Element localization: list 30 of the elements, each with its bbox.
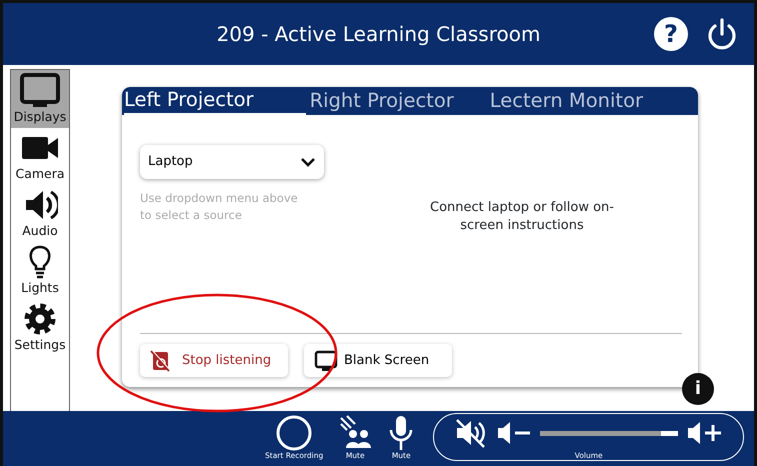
volume-down-icon: [496, 419, 532, 447]
help-button[interactable]: ?: [654, 17, 688, 51]
settings-icon: [22, 301, 58, 337]
sidebar-item[interactable]: Audio: [11, 185, 69, 242]
source-dropdown[interactable]: Laptop: [140, 145, 324, 179]
tab[interactable]: Lectern Monitor: [490, 87, 644, 115]
volume-up-button[interactable]: [686, 419, 724, 447]
speaker-muted-icon: [454, 418, 488, 448]
tab[interactable]: Right Projector: [310, 87, 454, 115]
speaker-mute-button[interactable]: [454, 418, 488, 448]
window-title: 209 - Active Learning Classroom: [216, 21, 540, 48]
power-icon: [706, 17, 738, 51]
chevron-down-icon: [300, 157, 316, 167]
info-button[interactable]: i: [682, 373, 714, 405]
sidebar-item[interactable]: Camera: [11, 128, 69, 185]
instruction-text: Connect laptop or follow on-screen instructions: [429, 198, 615, 236]
blank-screen-button[interactable]: Blank Screen: [304, 344, 452, 377]
crossed-out-icon: [150, 350, 170, 372]
sidebar-item[interactable]: Lights: [11, 242, 69, 299]
power-button[interactable]: [706, 17, 738, 51]
circle-icon: [275, 414, 314, 452]
hint-text: Use dropdown menu above to select a source: [140, 190, 299, 224]
monitor-icon: [314, 350, 338, 372]
volume-up-icon: [686, 419, 724, 447]
sidebar-item[interactable]: Displays: [11, 70, 69, 128]
sidebar-item[interactable]: Settings: [11, 299, 69, 356]
tab[interactable]: Left Projector: [124, 87, 306, 115]
monitor-icon: [19, 72, 61, 109]
stop-listening-button[interactable]: Stop listening: [140, 344, 288, 377]
volume-down-button[interactable]: [496, 419, 532, 447]
